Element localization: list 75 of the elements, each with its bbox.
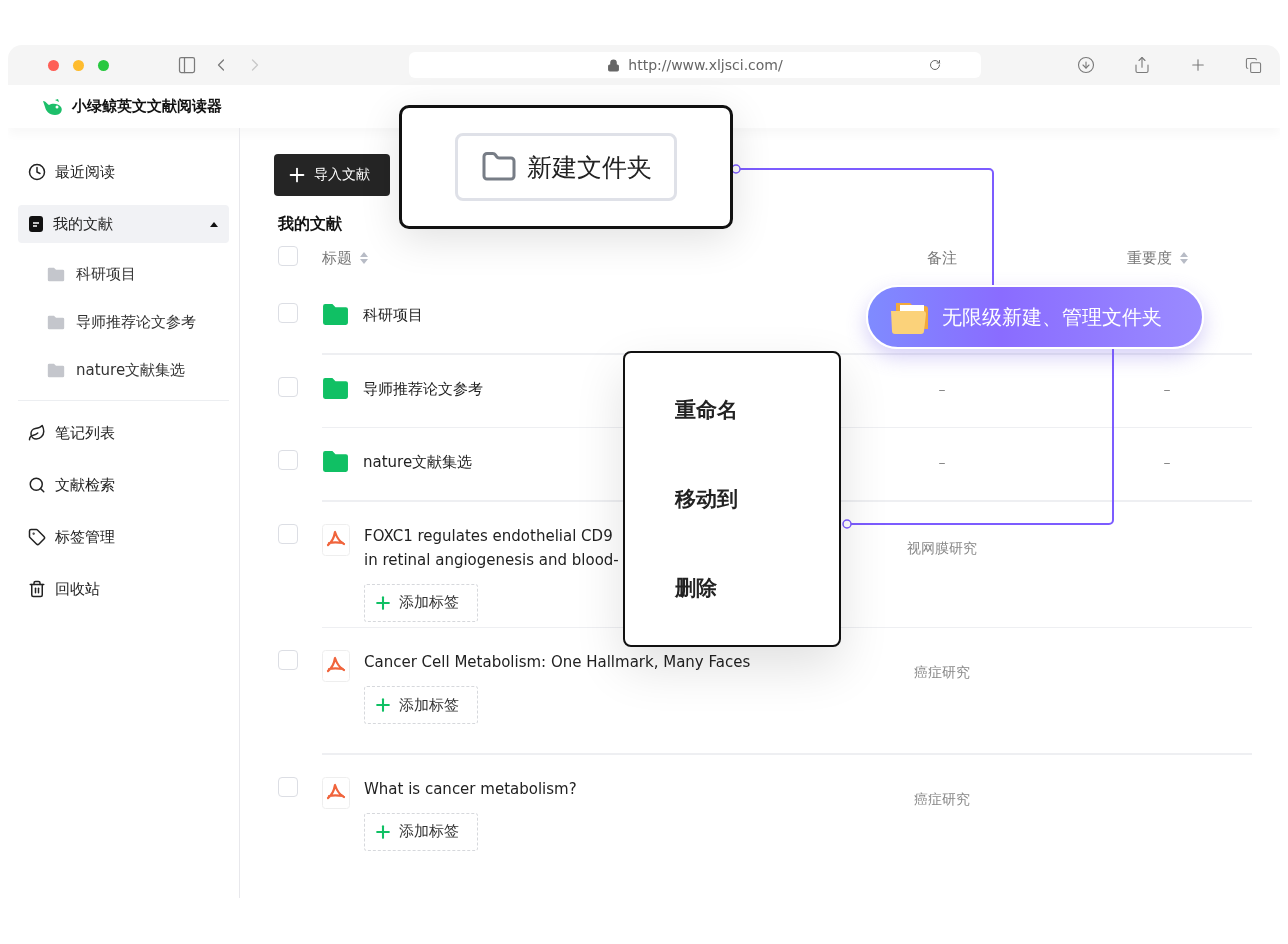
menu-item[interactable]: 重命名 [675,395,738,424]
sidebar-toggle-icon[interactable] [177,55,197,75]
pdf-file-icon [322,523,350,556]
note-text: – [938,380,946,397]
share-icon[interactable] [1133,56,1151,74]
section-title: 我的文献 [278,214,343,235]
add-tag-button[interactable]: 添加标签 [364,583,478,622]
close-button[interactable] [48,59,59,71]
row-title[interactable]: nature文献集选 [363,450,473,474]
sidebar-folder-item[interactable]: 科研项目 [18,250,229,298]
new-folder-button[interactable]: 新建文件夹 [455,133,677,201]
tabs-icon[interactable] [1245,56,1262,74]
row-title[interactable]: FOXC1 regulates endothelial CD9 in retinal angiogenesis and blood- [364,523,619,572]
add-tag-button[interactable]: 添加标签 [364,686,478,724]
feature-text: 无限级新建、管理文件夹 [942,303,1162,331]
url-text: http://www.xljsci.com/ [628,57,783,73]
menu-item[interactable]: 删除 [675,574,717,603]
note-text: 视网膜研究 [907,539,977,556]
select-all-checkbox[interactable] [278,246,298,266]
pdf-file-icon [322,776,350,809]
sidebar-item[interactable]: 标签管理 [18,518,229,556]
new-tab-icon[interactable] [1189,56,1207,74]
sidebar-item[interactable]: 我的文献 [18,205,229,243]
note-text: 癌症研究 [914,790,970,807]
reload-icon[interactable] [929,59,941,71]
folder-icon [322,376,349,400]
row-checkbox[interactable] [278,450,298,470]
app-title: 小绿鲸英文文献阅读器 [72,97,222,116]
importance-text: – [1163,380,1171,397]
sidebar-item[interactable]: 回收站 [18,570,229,608]
document-icon [28,215,44,233]
row-checkbox[interactable] [278,776,298,797]
sidebar-folder-item[interactable]: nature文献集选 [18,346,229,394]
folder-icon [322,303,349,326]
pdf-file-icon [322,650,350,682]
clock-icon [28,163,46,181]
lock-icon [607,58,621,72]
sidebar-item[interactable]: 笔记列表 [18,414,229,452]
sidebar-item[interactable]: 最近阅读 [18,153,229,191]
importance-text: – [1163,454,1171,470]
search-icon [28,476,46,494]
column-header: 标题 [322,248,352,268]
folder-icon [322,450,349,473]
menu-item[interactable]: 移动到 [675,485,738,513]
sidebar-item[interactable]: 文献检索 [18,466,229,504]
zoom-button[interactable] [98,59,109,71]
column-header: 重要度 [1126,248,1172,268]
plus-icon [373,695,393,715]
download-icon[interactable] [1077,56,1095,74]
trash-icon [28,580,46,598]
sort-icon[interactable] [1179,252,1188,264]
sidebar-folder-item[interactable]: 导师推荐论文参考 [18,298,229,346]
row-title[interactable]: 科研项目 [363,303,423,327]
row-checkbox[interactable] [278,376,298,397]
caret-up-icon[interactable] [209,221,219,227]
row-checkbox[interactable] [278,523,298,544]
column-header: 备注 [927,248,957,268]
row-checkbox[interactable] [278,650,298,670]
minimize-button[interactable] [73,59,84,71]
import-button[interactable]: 导入文献 [274,154,390,196]
row-title[interactable]: What is cancer metabolism? [364,776,577,801]
address-bar[interactable]: http://www.xljsci.com/ [409,52,981,78]
whale-logo-icon [42,97,64,116]
sort-icon[interactable] [360,252,368,264]
tag-icon [28,528,46,546]
row-title[interactable]: Cancer Cell Metabolism: One Hallmark, Many Faces [364,650,751,674]
note-text: 癌症研究 [914,664,970,680]
folder-icon [47,362,65,378]
add-tag-button[interactable]: 添加标签 [364,812,478,851]
leaf-icon [28,424,46,442]
folder-icon [47,266,65,282]
folder-icon [47,314,65,330]
note-text: – [938,454,946,470]
row-checkbox[interactable] [278,303,298,323]
row-title[interactable]: 导师推荐论文参考 [363,376,483,401]
